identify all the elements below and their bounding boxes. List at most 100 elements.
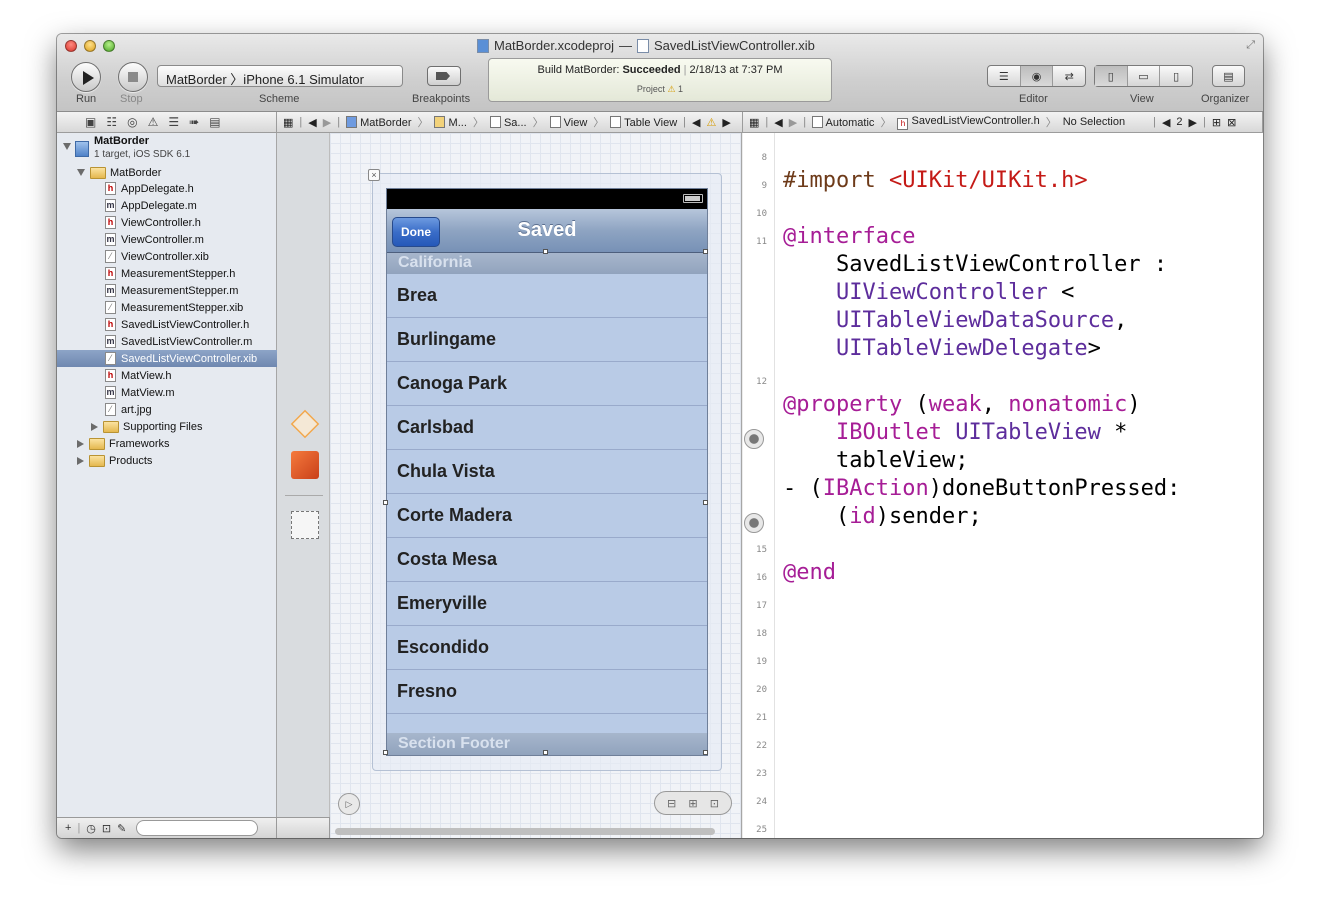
forward-icon[interactable]: ▶ xyxy=(789,116,797,129)
table-cell[interactable]: Canoga Park xyxy=(387,362,707,406)
filter-field[interactable] xyxy=(136,820,259,836)
file-row[interactable]: h SavedListViewController.h xyxy=(57,316,277,333)
resize-handle[interactable] xyxy=(383,500,388,505)
issue-navigator-icon[interactable]: ⚠ xyxy=(148,115,159,129)
group-row[interactable]: Products xyxy=(57,452,277,469)
layout-controls[interactable]: ⊟ ⊞ ⊡ xyxy=(654,791,732,815)
source-control-filter-icon[interactable]: ⊡ xyxy=(102,822,111,835)
group-row[interactable]: MatBorder xyxy=(57,164,277,181)
breakpoint-navigator-icon[interactable]: ➠ xyxy=(189,115,199,129)
iphone-view[interactable]: Done Saved California Brea Burlingame Cano… xyxy=(386,188,708,756)
file-row[interactable]: m MeasurementStepper.m xyxy=(57,282,277,299)
run-button[interactable] xyxy=(71,62,101,92)
jump-selection[interactable]: No Selection xyxy=(1063,116,1125,128)
scheme-selector[interactable]: MatBorder 〉iPhone 6.1 Simulator xyxy=(157,65,403,87)
related-items-icon[interactable]: ▦ xyxy=(749,116,759,129)
action-connection-icon[interactable] xyxy=(744,513,764,533)
ios-navigation-bar[interactable]: Done Saved xyxy=(387,209,707,253)
organizer-button[interactable]: ▤ xyxy=(1212,65,1245,87)
resize-handle[interactable] xyxy=(543,750,548,755)
file-row[interactable]: ⁄ MeasurementStepper.xib xyxy=(57,299,277,316)
log-navigator-icon[interactable]: ▤ xyxy=(209,115,220,129)
utilities-toggle-icon[interactable]: ▯ xyxy=(1160,66,1192,86)
back-icon[interactable]: ◀ xyxy=(774,116,782,129)
symbol-navigator-icon[interactable]: ☷ xyxy=(106,115,117,129)
file-row[interactable]: m MatView.m xyxy=(57,384,277,401)
search-navigator-icon[interactable]: ◎ xyxy=(127,115,137,129)
jump-item[interactable]: h SavedListViewController.h xyxy=(897,115,1040,130)
file-row[interactable]: ⁄ SavedListViewController.xib xyxy=(57,350,277,367)
jump-item[interactable]: View xyxy=(549,115,587,129)
table-cell[interactable]: Escondido xyxy=(387,626,707,670)
disclosure-open-icon[interactable] xyxy=(77,169,85,176)
file-row[interactable]: m ViewController.m xyxy=(57,231,277,248)
version-editor-icon[interactable]: ⇄ xyxy=(1053,66,1085,86)
issue-summary[interactable]: Project ⚠ 1 xyxy=(489,84,831,95)
group-row[interactable]: Frameworks xyxy=(57,435,277,452)
unsaved-filter-icon[interactable]: ✎ xyxy=(117,822,126,835)
related-items-icon[interactable]: ▦ xyxy=(283,116,293,129)
next-counterpart-icon[interactable]: ▶ xyxy=(1189,116,1197,129)
add-editor-icon[interactable]: ⊞ xyxy=(1212,116,1221,129)
zoom-button[interactable] xyxy=(103,40,115,52)
close-view-icon[interactable]: × xyxy=(368,169,380,181)
editor-mode-segment[interactable]: ☰ ◉ ⇄ xyxy=(987,65,1086,87)
close-editor-icon[interactable]: ⊠ xyxy=(1227,116,1236,129)
file-row[interactable]: h ViewController.h xyxy=(57,214,277,231)
disclosure-closed-icon[interactable] xyxy=(91,422,98,431)
outlet-connection-icon[interactable] xyxy=(744,429,764,449)
file-row[interactable]: h MatView.h xyxy=(57,367,277,384)
breakpoints-button[interactable] xyxy=(427,66,461,86)
table-cell[interactable]: Costa Mesa xyxy=(387,538,707,582)
next-issue-icon[interactable]: ▶ xyxy=(722,116,730,129)
table-cell[interactable]: Emeryville xyxy=(387,582,707,626)
file-row[interactable]: ⁄ ViewController.xib xyxy=(57,248,277,265)
table-cell[interactable]: Carlsbad xyxy=(387,406,707,450)
disclosure-open-icon[interactable] xyxy=(63,143,71,150)
project-row[interactable]: MatBorder 1 target, iOS SDK 6.1 xyxy=(57,135,277,163)
warning-icon[interactable]: ⚠ xyxy=(706,116,716,129)
source-editor[interactable]: #import <UIKit/UIKit.h> @interface Saved… xyxy=(775,133,1263,838)
resolve-icon[interactable]: ⊡ xyxy=(710,797,719,810)
disclosure-closed-icon[interactable] xyxy=(77,456,84,465)
resize-handle[interactable] xyxy=(703,750,708,755)
jump-item[interactable]: M... xyxy=(434,115,467,129)
top-level-view-icon[interactable] xyxy=(291,511,319,539)
table-cell[interactable]: Fresno xyxy=(387,670,707,714)
resize-handle[interactable] xyxy=(703,500,708,505)
stop-button[interactable] xyxy=(118,62,148,92)
table-cell[interactable]: Corte Madera xyxy=(387,494,707,538)
file-row[interactable]: m SavedListViewController.m xyxy=(57,333,277,350)
navigator-toggle-icon[interactable]: ▯ xyxy=(1095,66,1128,86)
file-row[interactable]: h AppDelegate.h xyxy=(57,180,277,197)
table-cell[interactable]: Chula Vista xyxy=(387,450,707,494)
forward-icon[interactable]: ▶ xyxy=(323,116,331,129)
close-button[interactable] xyxy=(65,40,77,52)
files-owner-icon[interactable] xyxy=(290,409,320,439)
resize-handle[interactable] xyxy=(383,750,388,755)
file-row[interactable]: m AppDelegate.m xyxy=(57,197,277,214)
prev-counterpart-icon[interactable]: ◀ xyxy=(1162,116,1170,129)
jump-item[interactable]: MatBorder xyxy=(346,115,411,129)
align-icon[interactable]: ⊟ xyxy=(667,797,676,810)
horizontal-scrollbar[interactable] xyxy=(335,828,715,835)
jump-item[interactable]: Sa... xyxy=(489,115,527,129)
fullscreen-icon[interactable]: ⤢ xyxy=(1246,39,1255,52)
back-icon[interactable]: ◀ xyxy=(308,116,316,129)
resize-handle[interactable] xyxy=(703,249,708,254)
table-view[interactable]: Brea Burlingame Canoga Park Carlsbad Chula V… xyxy=(387,274,707,714)
file-row[interactable]: h MeasurementStepper.h xyxy=(57,265,277,282)
debug-navigator-icon[interactable]: ☰ xyxy=(168,115,179,129)
project-navigator-icon[interactable]: ▣ xyxy=(85,115,96,129)
document-outline-toggle-icon[interactable]: ▷ xyxy=(338,793,360,815)
first-responder-icon[interactable] xyxy=(291,451,319,479)
debug-area-toggle-icon[interactable]: ▭ xyxy=(1128,66,1161,86)
table-cell[interactable]: Burlingame xyxy=(387,318,707,362)
table-cell[interactable]: Brea xyxy=(387,274,707,318)
standard-editor-icon[interactable]: ☰ xyxy=(988,66,1021,86)
view-segment[interactable]: ▯ ▭ ▯ xyxy=(1094,65,1193,87)
add-icon[interactable]: + xyxy=(65,822,71,834)
disclosure-closed-icon[interactable] xyxy=(77,439,84,448)
prev-issue-icon[interactable]: ◀ xyxy=(692,116,700,129)
pin-icon[interactable]: ⊞ xyxy=(688,797,697,810)
